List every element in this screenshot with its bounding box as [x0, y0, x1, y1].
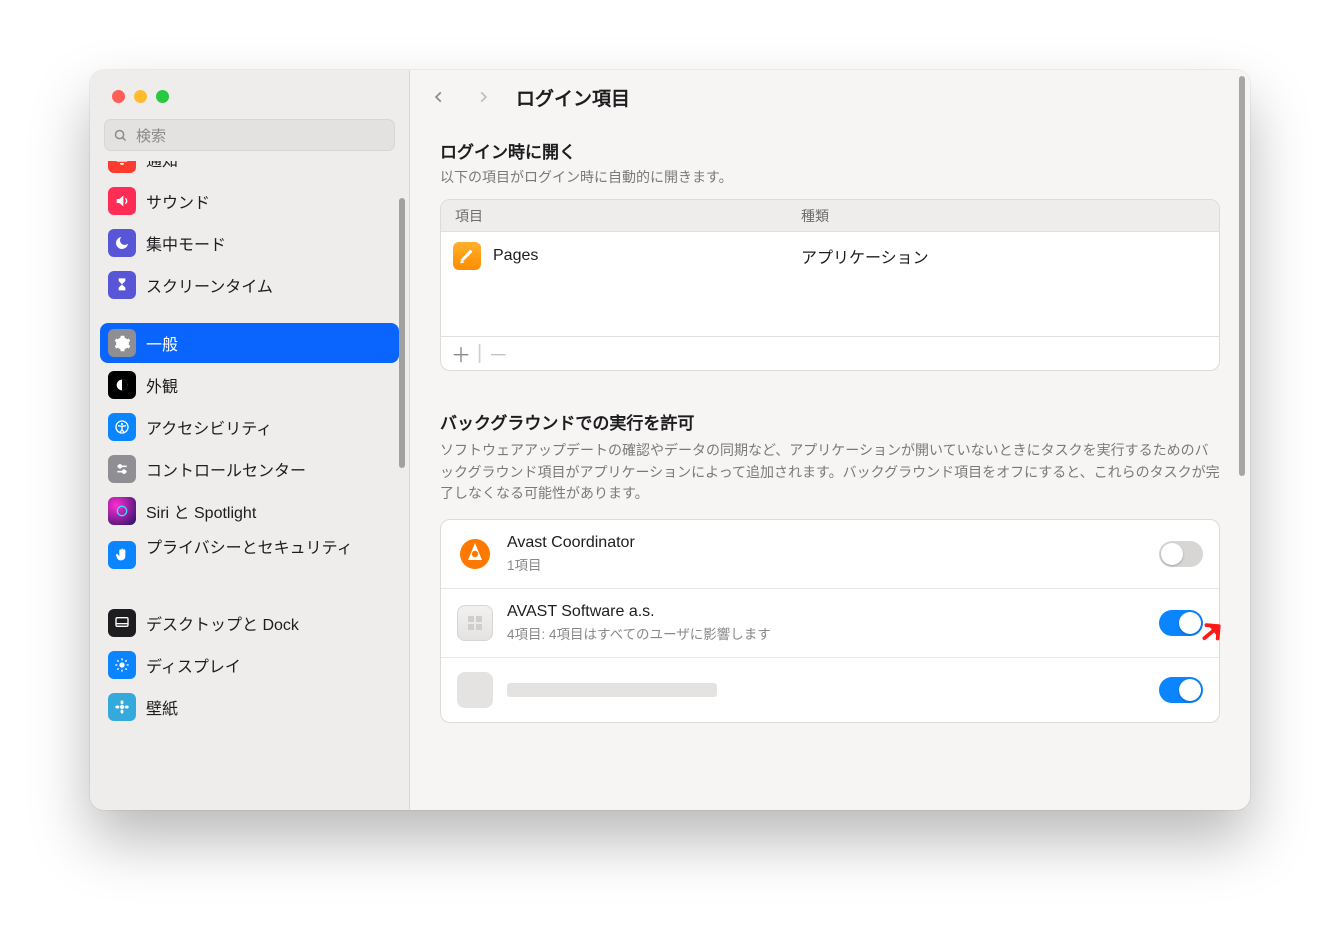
minimize-window-button[interactable]	[134, 90, 147, 103]
bg-item-toggle[interactable]	[1159, 541, 1203, 567]
table-footer: ＋ | －	[441, 336, 1219, 370]
page-title: ログイン項目	[516, 84, 630, 111]
search-placeholder: 検索	[136, 125, 166, 146]
pages-app-icon	[453, 242, 481, 270]
background-item: AVAST Software a.s. 4項目: 4項目はすべてのユーザに影響し…	[441, 589, 1219, 658]
row-name: Pages	[493, 247, 538, 265]
content-scrollbar[interactable]	[1239, 76, 1245, 476]
col-item: 項目	[441, 206, 801, 226]
sidebar-item-label: プライバシーとセキュリティ	[146, 539, 353, 559]
sidebar-item-label: Siri と Spotlight	[146, 499, 256, 523]
avast-icon	[457, 536, 493, 572]
system-settings-window: 検索 通知 サウンド 集中モード	[90, 70, 1250, 810]
background-item	[441, 658, 1219, 722]
sidebar-item-focus[interactable]: 集中モード	[100, 223, 399, 263]
flower-icon	[108, 693, 136, 721]
sidebar-item-label: アクセシビリティ	[146, 415, 272, 439]
back-button[interactable]	[428, 86, 450, 108]
sidebar-item-general[interactable]: 一般	[100, 323, 399, 363]
sidebar-item-wallpaper[interactable]: 壁紙	[100, 687, 399, 727]
sidebar-item-notifications[interactable]: 通知	[100, 161, 399, 179]
accessibility-icon	[108, 413, 136, 441]
sidebar-item-control-center[interactable]: コントロールセンター	[100, 449, 399, 489]
chevron-right-icon	[476, 87, 490, 107]
table-row[interactable]: Pages アプリケーション	[441, 232, 1219, 280]
row-kind: アプリケーション	[801, 244, 929, 268]
bg-item-name: Avast Coordinator	[507, 534, 635, 552]
sidebar-item-desktop-dock[interactable]: デスクトップと Dock	[100, 603, 399, 643]
sidebar-nav: 通知 サウンド 集中モード スクリーンタイム	[90, 161, 409, 810]
appearance-icon	[108, 371, 136, 399]
sun-icon	[108, 651, 136, 679]
background-item: Avast Coordinator 1項目	[441, 520, 1219, 589]
bell-icon	[108, 161, 136, 173]
open-at-login-table: 項目 種類 Pages アプリケーション ＋ | －	[440, 199, 1220, 371]
gear-icon	[108, 329, 136, 357]
bg-item-name: AVAST Software a.s.	[507, 603, 771, 621]
search-input[interactable]: 検索	[104, 119, 395, 151]
sidebar-item-privacy-security[interactable]: プライバシーとセキュリティ	[100, 533, 399, 585]
forward-button[interactable]	[472, 86, 494, 108]
window-controls	[90, 70, 409, 115]
content-pane: ログイン項目 ログイン時に開く 以下の項目がログイン時に自動的に開きます。 項目…	[410, 70, 1250, 810]
col-kind: 種類	[801, 206, 829, 226]
bg-item-name-placeholder	[507, 683, 717, 697]
sidebar-item-screentime[interactable]: スクリーンタイム	[100, 265, 399, 305]
sidebar-item-label: 外観	[146, 373, 178, 397]
background-title: バックグラウンドでの実行を許可	[440, 409, 1220, 434]
add-button[interactable]: ＋	[447, 339, 475, 368]
bg-item-sub: 1項目	[507, 554, 635, 574]
sidebar-item-label: ディスプレイ	[146, 653, 241, 677]
open-at-login-title: ログイン時に開く	[440, 138, 1220, 163]
moon-icon	[108, 229, 136, 257]
sidebar-item-label: スクリーンタイム	[146, 273, 273, 297]
sidebar-item-label: 壁紙	[146, 695, 178, 719]
hourglass-icon	[108, 271, 136, 299]
bg-item-sub: 4項目: 4項目はすべてのユーザに影響します	[507, 623, 771, 643]
remove-button[interactable]: －	[484, 339, 512, 368]
search-icon	[113, 128, 128, 143]
sidebar-item-appearance[interactable]: 外観	[100, 365, 399, 405]
bg-item-toggle[interactable]	[1159, 677, 1203, 703]
content-header: ログイン項目	[410, 70, 1250, 124]
fullscreen-window-button[interactable]	[156, 90, 169, 103]
sidebar-item-siri-spotlight[interactable]: Siri と Spotlight	[100, 491, 399, 531]
hand-icon	[108, 541, 136, 569]
sliders-icon	[108, 455, 136, 483]
sidebar-item-label: 通知	[146, 161, 178, 171]
open-at-login-subtitle: 以下の項目がログイン時に自動的に開きます。	[440, 167, 1220, 187]
generic-app-icon	[457, 605, 493, 641]
speaker-icon	[108, 187, 136, 215]
sidebar-item-displays[interactable]: ディスプレイ	[100, 645, 399, 685]
sidebar-item-label: デスクトップと Dock	[146, 611, 299, 635]
sidebar-item-label: サウンド	[146, 189, 210, 213]
table-header: 項目 種類	[441, 200, 1219, 232]
background-desc: ソフトウェアアップデートの確認やデータの同期など、アプリケーションが開いていない…	[440, 440, 1220, 505]
sidebar-item-label: 集中モード	[146, 231, 226, 255]
sidebar: 検索 通知 サウンド 集中モード	[90, 70, 410, 810]
generic-app-icon	[457, 672, 493, 708]
dock-icon	[108, 609, 136, 637]
sidebar-item-label: 一般	[146, 331, 178, 355]
sidebar-item-sound[interactable]: サウンド	[100, 181, 399, 221]
siri-icon	[108, 497, 136, 525]
chevron-left-icon	[432, 87, 446, 107]
close-window-button[interactable]	[112, 90, 125, 103]
sidebar-scrollbar[interactable]	[399, 198, 405, 468]
sidebar-item-accessibility[interactable]: アクセシビリティ	[100, 407, 399, 447]
background-items-list: Avast Coordinator 1項目 AVAST Software a.s…	[440, 519, 1220, 723]
sidebar-item-label: コントロールセンター	[146, 457, 306, 481]
